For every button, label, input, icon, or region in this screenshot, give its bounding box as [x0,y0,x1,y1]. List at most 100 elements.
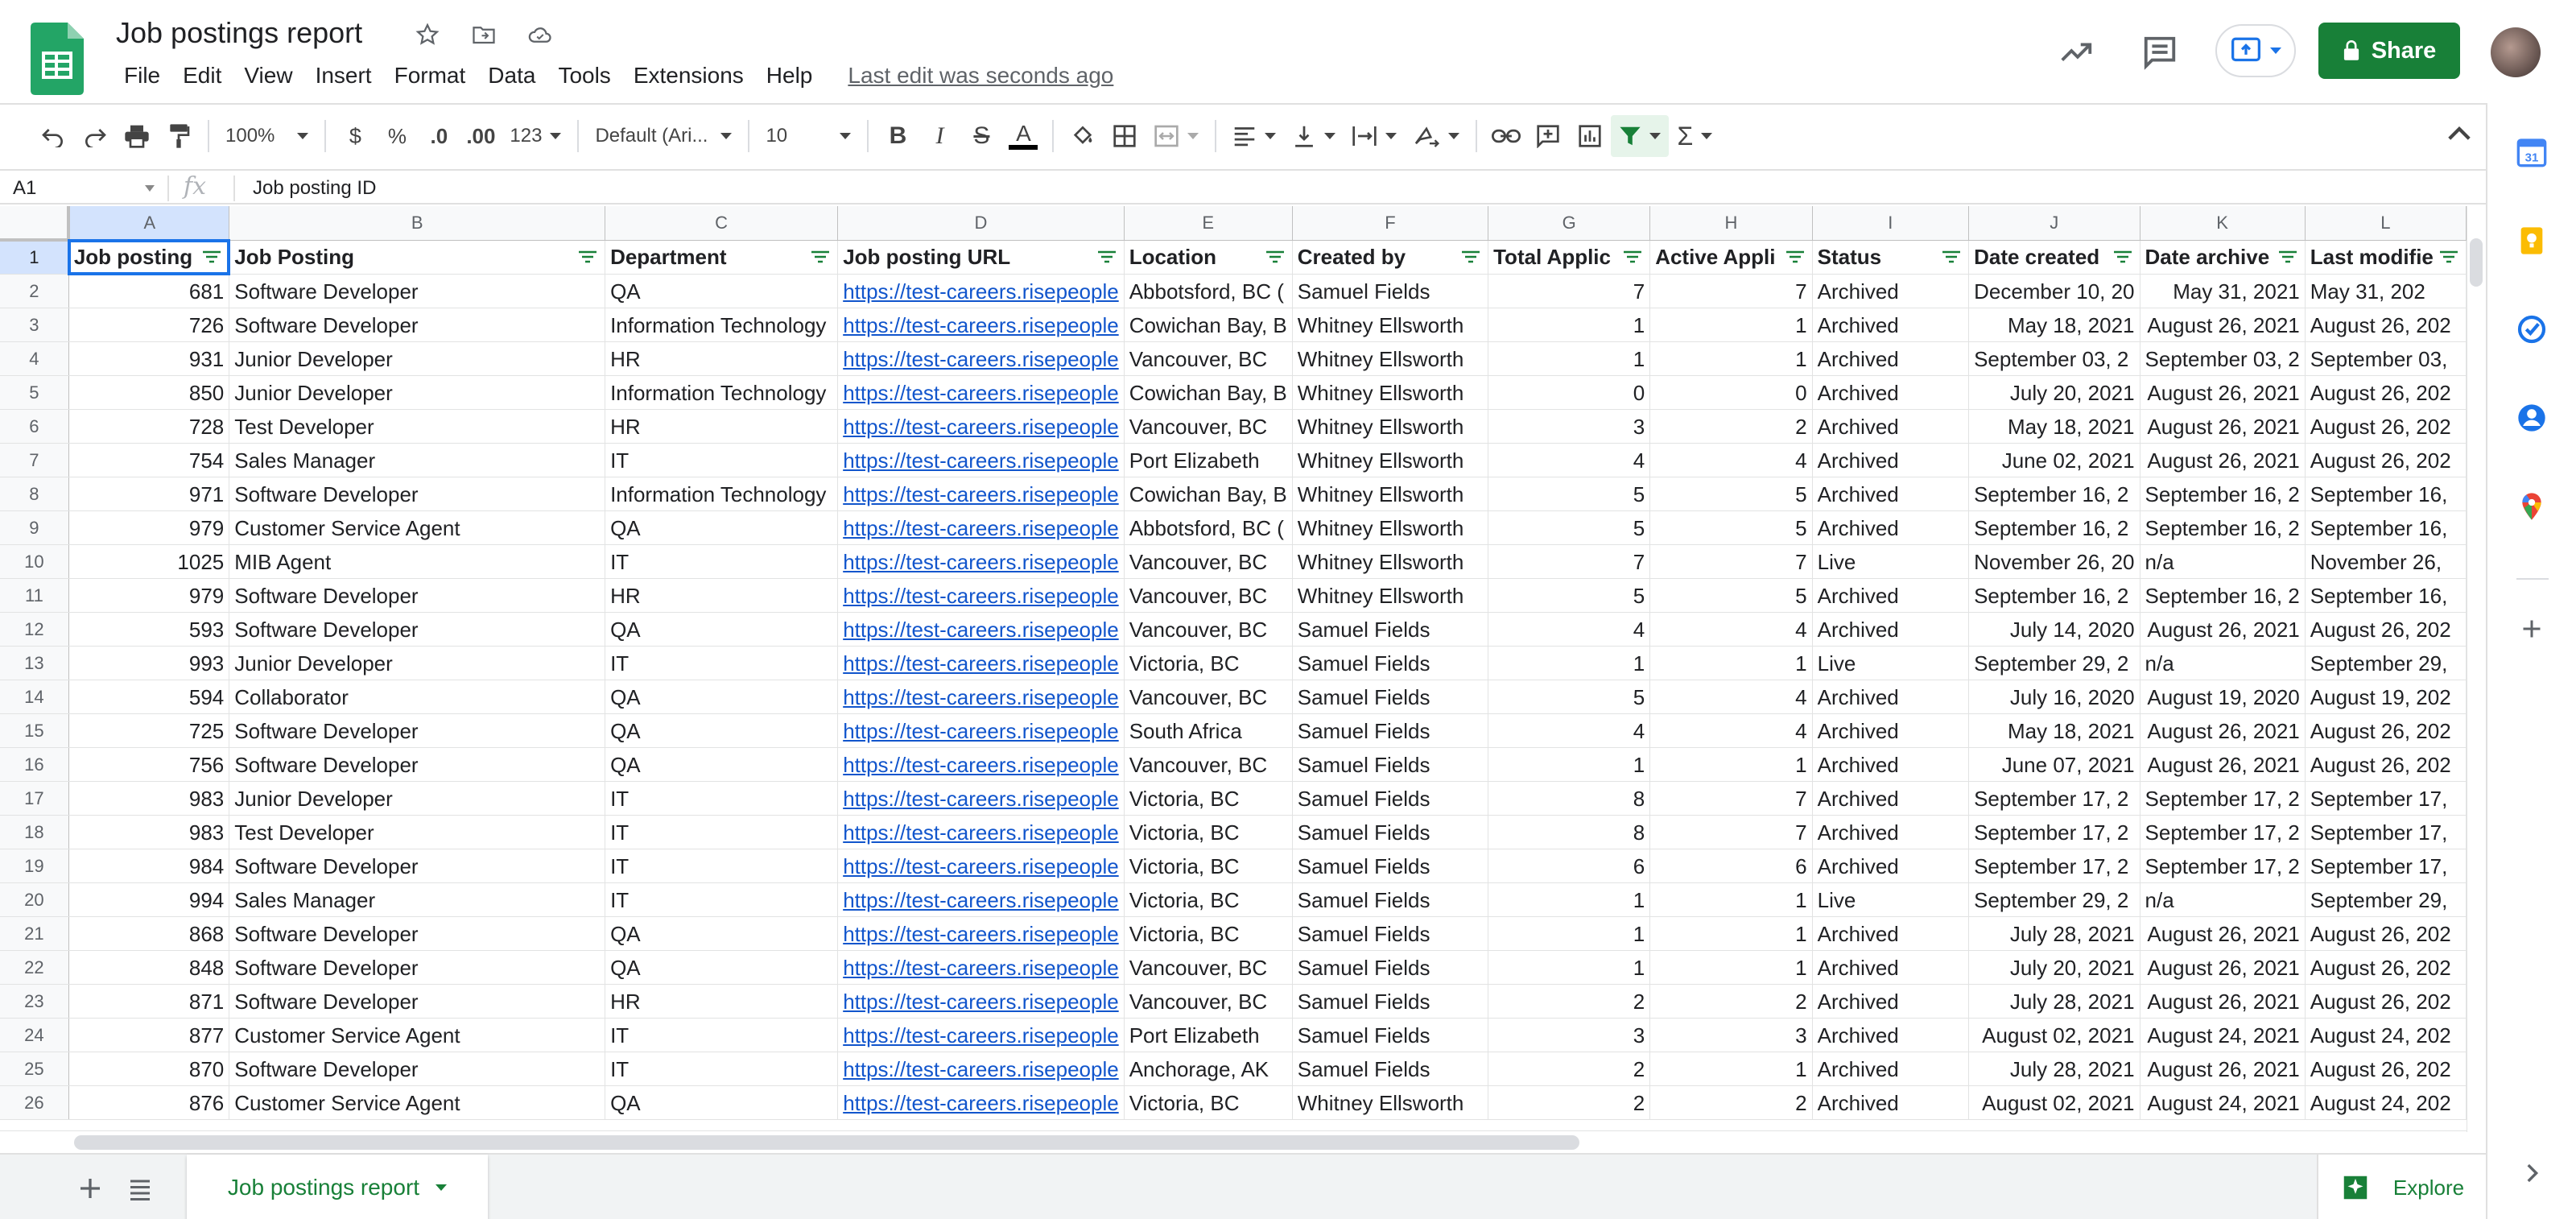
grid-cell[interactable]: September 16, 2 [2140,510,2306,545]
grid-cell[interactable]: 1 [1649,916,1813,951]
grid-cell[interactable]: 1 [1649,950,1813,985]
grid-cell[interactable]: August 19, 2020 [2140,680,2306,714]
grid-cell[interactable]: Archived [1812,984,1970,1019]
format-currency-button[interactable]: $ [334,115,376,157]
grid-cell[interactable]: HR [605,578,839,613]
grid-cell[interactable]: 4 [1488,713,1651,748]
grid-cell[interactable]: Archived [1812,443,1970,477]
header-cell[interactable]: Date archive [2140,240,2306,275]
header-cell[interactable]: Created by [1292,240,1489,275]
grid-cell[interactable]: Victoria, BC [1124,916,1293,951]
grid-cell[interactable]: 7 [1649,781,1813,816]
grid-cell[interactable]: https://test-careers.risepeople [837,409,1125,444]
grid-cell[interactable]: Customer Service Agent [229,1018,606,1052]
grid-cell[interactable]: https://test-careers.risepeople [837,477,1125,511]
font-family-select[interactable]: Default (Ari... [587,125,740,147]
row-header[interactable]: 4 [0,341,69,376]
grid-cell[interactable]: Customer Service Agent [229,1085,606,1120]
grid-cell[interactable]: Victoria, BC [1124,815,1293,849]
text-wrapping-button[interactable] [1344,124,1405,148]
column-filter-icon[interactable] [577,249,598,265]
borders-button[interactable] [1104,115,1146,157]
column-filter-icon[interactable] [2277,249,2298,265]
grid-cell[interactable]: Samuel Fields [1292,1052,1489,1086]
grid-cell[interactable]: 4 [1649,443,1813,477]
grid-cell[interactable]: Information Technology [605,375,839,410]
grid-cell[interactable]: Information Technology [605,308,839,342]
grid-cell[interactable]: Software Developer [229,477,606,511]
column-filter-icon[interactable] [201,249,222,265]
grid-cell[interactable]: QA [605,950,839,985]
grid-cell[interactable]: Junior Developer [229,781,606,816]
sheet-tab-active[interactable]: Job postings report [187,1155,488,1219]
grid-cell[interactable]: 1 [1488,916,1651,951]
row-header[interactable]: 12 [0,612,69,647]
grid-cell[interactable]: 848 [68,950,230,985]
grid-cell[interactable]: 1 [1649,882,1813,917]
grid-cell[interactable]: Whitney Ellsworth [1292,1085,1489,1120]
grid-cell[interactable]: 1 [1488,308,1651,342]
grid-cell[interactable]: June 02, 2021 [1968,443,2140,477]
grid-cell[interactable]: May 18, 2021 [1968,308,2140,342]
grid-cell[interactable]: 593 [68,612,230,647]
grid-cell[interactable]: September 17, 2 [2140,849,2306,883]
grid-cell[interactable]: September 16, [2305,477,2467,511]
grid-cell[interactable]: https://test-careers.risepeople [837,680,1125,714]
grid-cell[interactable]: https://test-careers.risepeople [837,747,1125,782]
grid-cell[interactable]: September 17, [2305,815,2467,849]
column-header[interactable]: F [1292,206,1489,241]
grid-cell[interactable]: MIB Agent [229,544,606,579]
cloud-saved-icon[interactable] [523,18,557,52]
grid-cell[interactable]: 681 [68,274,230,308]
column-filter-icon[interactable] [1096,249,1117,265]
header-cell[interactable]: Status [1812,240,1970,275]
grid-cell[interactable]: 5 [1488,477,1651,511]
grid-cell[interactable]: 1 [1649,308,1813,342]
grid-cell[interactable]: 7 [1649,815,1813,849]
grid-cell[interactable]: 5 [1488,510,1651,545]
grid-cell[interactable]: 993 [68,646,230,680]
menu-view[interactable]: View [233,61,303,90]
grid-cell[interactable]: Archived [1812,274,1970,308]
grid-cell[interactable]: 979 [68,510,230,545]
grid-cell[interactable]: Junior Developer [229,646,606,680]
grid-cell[interactable]: August 24, 2021 [2140,1085,2306,1120]
grid-cell[interactable]: Information Technology [605,477,839,511]
grid-cell[interactable]: July 28, 2021 [1968,984,2140,1019]
grid-cell[interactable]: Archived [1812,781,1970,816]
grid-cell[interactable]: August 26, 202 [2305,916,2467,951]
grid-cell[interactable]: July 28, 2021 [1968,1052,2140,1086]
grid-cell[interactable]: July 28, 2021 [1968,916,2140,951]
grid-cell[interactable]: 983 [68,781,230,816]
grid-cell[interactable]: September 16, 2 [1968,510,2140,545]
grid-cell[interactable]: Archived [1812,477,1970,511]
grid-cell[interactable]: 1 [1649,1052,1813,1086]
present-button[interactable] [2215,24,2296,77]
grid-cell[interactable]: August 26, 2021 [2140,409,2306,444]
grid-cell[interactable]: 0 [1649,375,1813,410]
grid-cell[interactable]: August 24, 202 [2305,1018,2467,1052]
grid-cell[interactable]: August 26, 2021 [2140,1052,2306,1086]
grid-cell[interactable]: 870 [68,1052,230,1086]
grid-cell[interactable]: Anchorage, AK [1124,1052,1293,1086]
grid-cell[interactable]: 994 [68,882,230,917]
grid-cell[interactable]: 1 [1488,646,1651,680]
column-header[interactable]: E [1124,206,1293,241]
grid-cell[interactable]: August 24, 2021 [2140,1018,2306,1052]
grid-cell[interactable]: n/a [2140,544,2306,579]
row-header[interactable]: 5 [0,375,69,410]
grid-cell[interactable]: 1 [1488,882,1651,917]
functions-button[interactable]: Σ [1669,122,1720,151]
grid-cell[interactable]: September 17, [2305,781,2467,816]
menu-data[interactable]: Data [477,61,547,90]
vertical-scrollbar[interactable] [2470,238,2483,287]
italic-button[interactable]: I [919,115,960,157]
column-header[interactable]: H [1649,206,1813,241]
add-sheet-button[interactable] [76,1174,105,1203]
grid-cell[interactable]: 1 [1488,341,1651,376]
strikethrough-button[interactable]: S [960,115,1002,157]
grid-cell[interactable]: Samuel Fields [1292,1018,1489,1052]
grid-cell[interactable]: 756 [68,747,230,782]
grid-cell[interactable]: August 26, 202 [2305,713,2467,748]
grid-cell[interactable]: Samuel Fields [1292,984,1489,1019]
